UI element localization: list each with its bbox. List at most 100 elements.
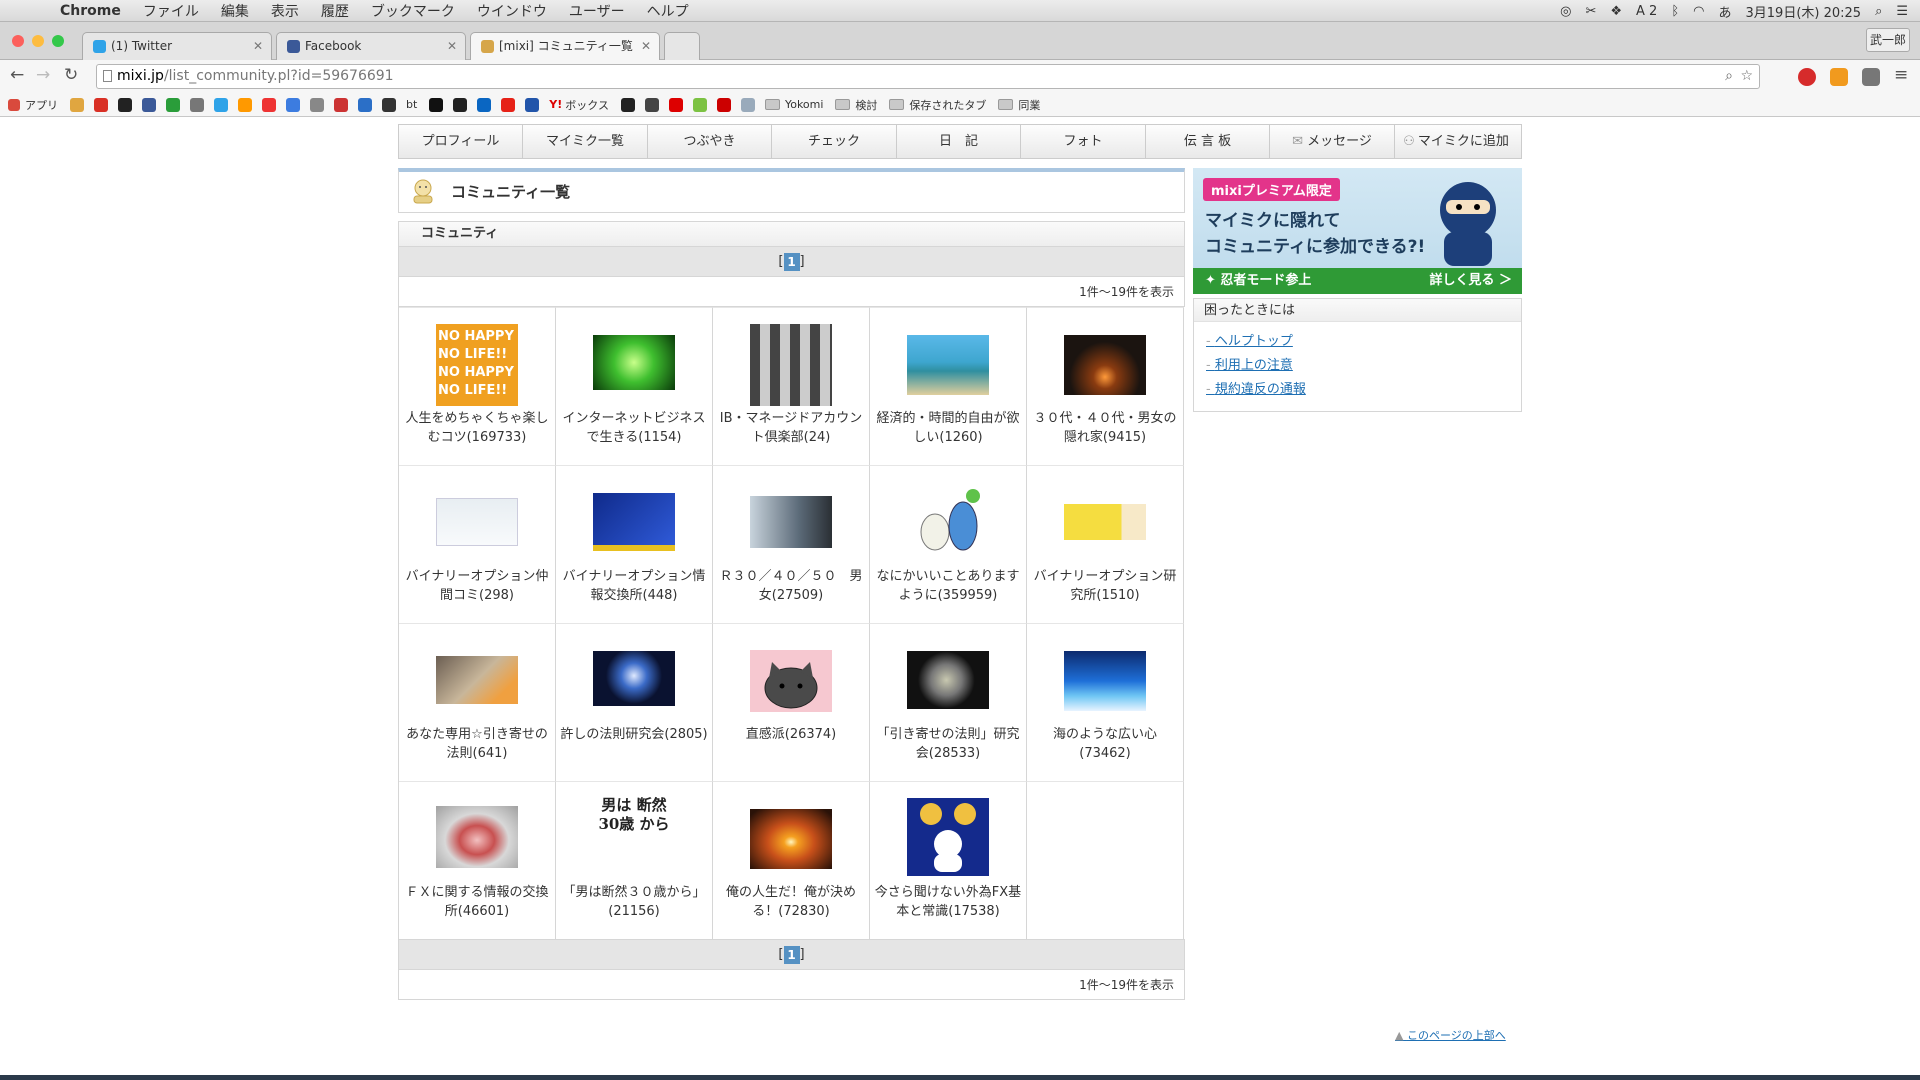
- chrome-menu-icon[interactable]: ≡: [1894, 65, 1908, 85]
- twitter-bookmark-icon[interactable]: [214, 97, 228, 112]
- community-name[interactable]: 俺の人生だ！俺が決める！(72830): [717, 883, 865, 921]
- community-name[interactable]: バイナリーオプション仲間コミ(298): [403, 567, 551, 605]
- community-item[interactable]: 俺の人生だ！俺が決める！(72830): [713, 781, 870, 939]
- community-name[interactable]: ３０代・４０代・男女の隠れ家(9415): [1031, 409, 1179, 447]
- forward-icon[interactable]: →: [36, 65, 50, 85]
- community-item[interactable]: IB・マネージドアカウント倶楽部(24): [713, 307, 870, 465]
- gmail-icon[interactable]: [94, 97, 108, 112]
- community-item[interactable]: 今さら聞けない外為FX基本と常識(17538): [870, 781, 1027, 939]
- bluetooth-icon[interactable]: ᛒ: [1671, 4, 1679, 19]
- usage-notes-link[interactable]: 利用上の注意: [1206, 354, 1521, 378]
- tool-icon[interactable]: ✂: [1585, 4, 1596, 19]
- community-name[interactable]: バイナリーオプション研究所(1510): [1031, 567, 1179, 605]
- nav-mymixi-list[interactable]: マイミク一覧: [523, 125, 648, 158]
- community-item[interactable]: バイナリーオプション仲間コミ(298): [399, 465, 556, 623]
- page-number[interactable]: 1: [783, 252, 800, 271]
- tab-facebook[interactable]: Facebook ✕: [276, 32, 466, 60]
- wifi-icon[interactable]: ◠: [1693, 4, 1704, 19]
- community-thumbnail[interactable]: [593, 651, 675, 706]
- community-thumbnail[interactable]: [593, 335, 675, 390]
- flower-bookmark-icon[interactable]: [692, 97, 707, 112]
- community-thumbnail[interactable]: [1064, 335, 1146, 395]
- community-thumbnail[interactable]: [907, 798, 989, 876]
- community-thumbnail[interactable]: [750, 650, 832, 712]
- spotlight-icon[interactable]: ⌕: [1875, 4, 1882, 19]
- calendar-24-icon[interactable]: [286, 97, 300, 112]
- menu-item-history[interactable]: 履歴: [321, 1, 349, 21]
- community-name[interactable]: 許しの法則研究会(2805): [560, 725, 708, 744]
- community-thumbnail[interactable]: [436, 656, 518, 704]
- input-method-icon[interactable]: あ: [1718, 2, 1731, 21]
- community-name[interactable]: インターネットビジネスで生きる(1154): [560, 409, 708, 447]
- adblock-plus-icon[interactable]: [1798, 68, 1816, 86]
- community-thumbnail[interactable]: [436, 806, 518, 868]
- mixi-bookmark-icon[interactable]: [70, 97, 84, 112]
- reload-icon[interactable]: ↻: [64, 65, 78, 85]
- nav-tsubuyaki[interactable]: つぶやき: [648, 125, 772, 158]
- community-thumbnail[interactable]: NO HAPPY NO LIFE!! NO HAPPY NO LIFE!!: [436, 324, 518, 406]
- premium-banner[interactable]: mixiプレミアム限定 マイミクに隠れて コミュニティに参加できる?! ✦ 忍者…: [1193, 168, 1522, 294]
- menu-item-file[interactable]: ファイル: [143, 1, 199, 21]
- close-tab-icon[interactable]: ✕: [641, 33, 651, 59]
- community-thumbnail[interactable]: [907, 335, 989, 395]
- address-bar[interactable]: mixi.jp/list_community.pl?id=59676691 ⌕ …: [96, 64, 1760, 89]
- community-name[interactable]: ＦＸに関する情報の交換所(46601): [403, 883, 551, 921]
- page-top-link[interactable]: ▲ このページの上部へ: [1395, 1027, 1506, 1043]
- new-tab-button[interactable]: [664, 32, 700, 60]
- community-item[interactable]: 男は 断然 30歳 から 「男は断然３０歳から」(21156): [556, 781, 713, 939]
- extension-puzzle-icon[interactable]: [1862, 68, 1880, 86]
- menu-app-name[interactable]: Chrome: [60, 3, 121, 19]
- dropbox-icon[interactable]: ❖: [1610, 4, 1622, 19]
- music-icon[interactable]: [334, 97, 348, 112]
- close-tab-icon[interactable]: ✕: [447, 33, 457, 59]
- community-item[interactable]: ＦＸに関する情報の交換所(46601): [399, 781, 556, 939]
- bookmark-dougyo[interactable]: 同業: [998, 97, 1040, 113]
- see-more-link[interactable]: 詳しく見る ＞: [1429, 268, 1512, 294]
- zoom-window-icon[interactable]: [52, 35, 64, 47]
- bookmark-bt[interactable]: bt: [406, 98, 417, 111]
- bookmark-apps[interactable]: アプリ: [8, 97, 58, 113]
- linkedin-icon[interactable]: [477, 97, 492, 112]
- facebook-bookmark-icon[interactable]: [142, 97, 156, 112]
- community-name[interactable]: IB・マネージドアカウント倶楽部(24): [717, 409, 865, 447]
- translate-icon[interactable]: [358, 97, 372, 112]
- community-item[interactable]: 「引き寄せの法則」研究会(28533): [870, 623, 1027, 781]
- nav-message[interactable]: ✉ メッセージ: [1270, 125, 1395, 158]
- nav-diary[interactable]: 日 記: [897, 125, 1021, 158]
- report-violation-link[interactable]: 規約違反の通報: [1206, 378, 1521, 402]
- profile-button[interactable]: 武一郎: [1866, 28, 1910, 52]
- menu-item-bookmarks[interactable]: ブックマーク: [371, 1, 455, 21]
- help-top-link[interactable]: ヘルプトップ: [1206, 330, 1521, 354]
- community-name[interactable]: 「引き寄せの法則」研究会(28533): [874, 725, 1022, 763]
- menu-item-help[interactable]: ヘルプ: [647, 1, 689, 21]
- community-name[interactable]: 今さら聞けない外為FX基本と常識(17538): [874, 883, 1022, 921]
- community-name[interactable]: 直感派(26374): [717, 725, 865, 744]
- community-thumbnail[interactable]: [593, 493, 675, 551]
- community-name[interactable]: 人生をめちゃくちゃ楽しむコツ(169733): [403, 409, 551, 447]
- community-name[interactable]: 「男は断然３０歳から」(21156): [560, 883, 708, 921]
- square-bookmark-icon[interactable]: [429, 97, 444, 112]
- bookmark-yokomi[interactable]: Yokomi: [764, 98, 823, 111]
- extension-chart-icon[interactable]: [1830, 68, 1848, 86]
- pen-bookmark-icon[interactable]: [453, 97, 468, 112]
- menu-item-window[interactable]: ウインドウ: [477, 1, 547, 21]
- community-thumbnail[interactable]: [1064, 504, 1146, 540]
- community-name[interactable]: 経済的・時間的自由が欲しい(1260): [874, 409, 1022, 447]
- community-thumbnail[interactable]: 男は 断然 30歳 から: [593, 796, 675, 876]
- community-item[interactable]: なにかいいことありますように(359959): [870, 465, 1027, 623]
- dark-bookmark-icon[interactable]: [382, 97, 396, 112]
- g-bookmark-icon[interactable]: [644, 97, 659, 112]
- user-bookmark-icon[interactable]: [190, 97, 204, 112]
- evernote-icon[interactable]: [166, 97, 180, 112]
- community-thumbnail[interactable]: [436, 498, 518, 546]
- banner-footer[interactable]: ✦ 忍者モード参上 詳しく見る ＞: [1193, 268, 1522, 294]
- community-item[interactable]: NO HAPPY NO LIFE!! NO HAPPY NO LIFE!! 人生を…: [399, 307, 556, 465]
- zoom-icon[interactable]: ⌕: [1725, 65, 1733, 88]
- close-tab-icon[interactable]: ✕: [253, 33, 263, 59]
- community-thumbnail[interactable]: [750, 324, 832, 406]
- tab-mixi[interactable]: [mixi] コミュニティ一覧 ✕: [470, 32, 660, 60]
- community-name[interactable]: あなた専用☆引き寄せの法則(641): [403, 725, 551, 763]
- nav-photo[interactable]: フォト: [1021, 125, 1146, 158]
- clock[interactable]: 3月19日(木) 20:25: [1746, 2, 1862, 21]
- menu-item-user[interactable]: ユーザー: [569, 1, 625, 21]
